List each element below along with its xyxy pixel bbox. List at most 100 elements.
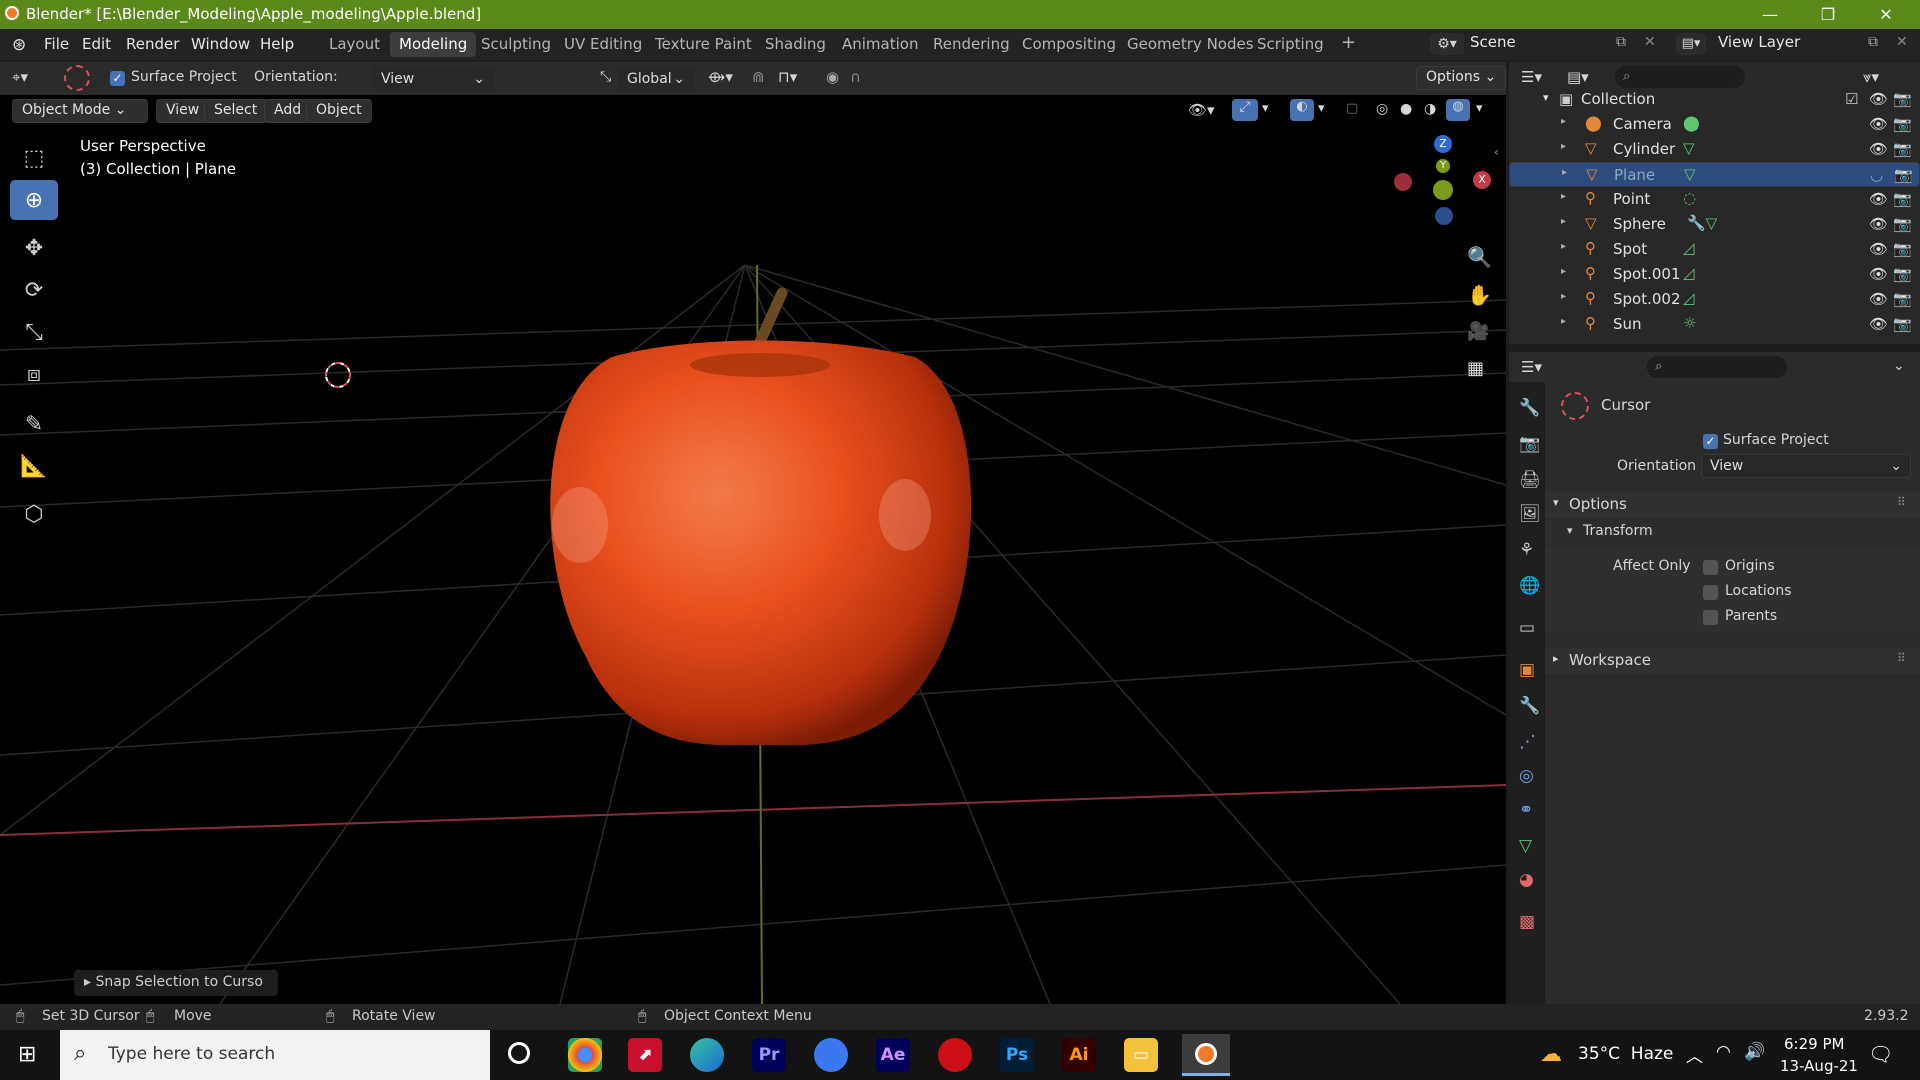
expand-arrow-icon[interactable]: ▸ bbox=[1561, 316, 1566, 327]
wireframe-shading-icon[interactable]: ◎ bbox=[1376, 101, 1388, 117]
transform-orientation-dropdown[interactable]: Global ⌄ bbox=[618, 67, 694, 91]
origins-checkbox[interactable] bbox=[1703, 558, 1718, 576]
constraints-tab-icon[interactable]: ⚭ bbox=[1519, 800, 1533, 820]
texture-tab-icon[interactable]: ▩ bbox=[1519, 912, 1535, 932]
view-layer-tab-icon[interactable]: 🖼 bbox=[1519, 504, 1541, 524]
editor-type-icon[interactable]: ⌖▾ bbox=[12, 68, 28, 86]
outliner-row-spot-002[interactable]: ▸ ⚲ Spot.002 ◿ 👁 📷 bbox=[1509, 287, 1920, 312]
solid-shading-icon[interactable]: ● bbox=[1400, 101, 1412, 117]
render-camera-icon[interactable]: 📷 bbox=[1893, 115, 1912, 133]
light-spot-icon[interactable]: ◿ bbox=[1683, 239, 1695, 257]
tab-rendering[interactable]: Rendering bbox=[924, 32, 1019, 57]
maximize-button[interactable]: ❐ bbox=[1800, 0, 1856, 29]
pivot-point-icon[interactable]: ⟴▾ bbox=[708, 68, 733, 86]
add-workspace-button[interactable]: + bbox=[1332, 32, 1365, 57]
xray-icon[interactable]: ▢ bbox=[1346, 101, 1358, 116]
expand-arrow-icon[interactable]: ▸ bbox=[1561, 191, 1566, 202]
snap-magnet-icon[interactable]: ⋒ bbox=[752, 68, 765, 86]
clock-date[interactable]: 13-Aug-21 bbox=[1780, 1057, 1858, 1075]
rotate-tool-icon[interactable]: ⟳ bbox=[10, 270, 58, 310]
proportional-editing-icon[interactable]: ◉ bbox=[826, 68, 839, 86]
annotate-tool-icon[interactable]: ✎ bbox=[10, 404, 58, 444]
menu-edit[interactable]: Edit bbox=[82, 35, 111, 53]
expand-arrow-icon[interactable]: ▸ bbox=[1561, 216, 1566, 227]
tab-uv-editing[interactable]: UV Editing bbox=[555, 32, 651, 57]
delete-scene-icon[interactable]: ✕ bbox=[1644, 34, 1656, 50]
parents-checkbox[interactable] bbox=[1703, 608, 1718, 626]
light-point-icon[interactable]: ◌ bbox=[1683, 189, 1696, 207]
select-box-tool-icon[interactable]: ⬚ bbox=[10, 138, 58, 178]
menu-object[interactable]: Object bbox=[306, 99, 372, 123]
tab-layout[interactable]: Layout bbox=[320, 32, 389, 57]
material-shading-icon[interactable]: ◑ bbox=[1424, 101, 1436, 117]
windows-start-icon[interactable]: ⊞ bbox=[18, 1042, 36, 1067]
scale-tool-icon[interactable]: ⤡ bbox=[10, 312, 58, 352]
expand-arrow-icon[interactable]: ▸ bbox=[1561, 141, 1566, 152]
opera-app-icon[interactable] bbox=[938, 1038, 972, 1072]
tab-animation[interactable]: Animation bbox=[833, 32, 927, 57]
photo-app-icon[interactable]: ⬈ bbox=[628, 1038, 662, 1072]
tab-modeling[interactable]: Modeling bbox=[390, 32, 477, 57]
zoom-icon[interactable]: 🔍 bbox=[1467, 245, 1492, 269]
data-tab-icon[interactable]: ▽ bbox=[1519, 836, 1532, 856]
expand-arrow-icon[interactable]: ▸ bbox=[1561, 241, 1566, 252]
overlays-icon[interactable]: ◐ bbox=[1290, 99, 1314, 121]
expand-arrow-icon[interactable]: ▸ bbox=[1561, 266, 1566, 277]
visibility-eye-icon[interactable]: 👁 bbox=[1869, 315, 1888, 333]
collection-tab-icon[interactable]: ▭ bbox=[1519, 618, 1535, 638]
render-camera-icon[interactable]: 📷 bbox=[1893, 215, 1912, 233]
render-camera-icon[interactable]: 📷 bbox=[1893, 140, 1912, 158]
last-operator-panel[interactable]: ▸ Snap Selection to Curso bbox=[74, 970, 278, 996]
blender-taskbar-icon[interactable] bbox=[1182, 1034, 1230, 1076]
physics-tab-icon[interactable]: ◎ bbox=[1519, 766, 1534, 786]
3d-cursor[interactable] bbox=[325, 362, 351, 388]
orientation-dropdown[interactable]: View ⌄ bbox=[372, 67, 494, 91]
blender-menu-icon[interactable]: ⊛ bbox=[12, 35, 26, 55]
outliner-row-plane[interactable]: ▸ ▽ Plane ▽ ◡ 📷 bbox=[1509, 162, 1920, 187]
visibility-eye-icon[interactable]: 👁 bbox=[1869, 190, 1888, 208]
delete-view-layer-icon[interactable]: ✕ bbox=[1896, 34, 1908, 50]
outliner-editor-type-icon[interactable]: ☰▾ bbox=[1521, 68, 1542, 86]
camera-view-icon[interactable]: 🎥 bbox=[1467, 321, 1489, 342]
new-view-layer-icon[interactable]: ⧉ bbox=[1868, 34, 1878, 50]
surface-project-checkbox[interactable]: ✓ bbox=[110, 69, 125, 87]
tray-chevron-icon[interactable]: ︿ bbox=[1686, 1042, 1703, 1067]
outliner-row-camera[interactable]: ▸ ⬤ Camera ⬤ 👁 📷 bbox=[1509, 112, 1920, 137]
premiere-app-icon[interactable]: Pr bbox=[752, 1038, 786, 1072]
photoshop-app-icon[interactable]: Ps bbox=[1000, 1038, 1034, 1072]
scene-tab-icon[interactable]: ⚘ bbox=[1519, 540, 1534, 560]
outliner-row-cylinder[interactable]: ▸ ▽ Cylinder ▽ 👁 📷 bbox=[1509, 137, 1920, 162]
light-sun-icon[interactable]: ☼ bbox=[1683, 314, 1696, 332]
prop-orientation-dropdown[interactable]: View ⌄ bbox=[1701, 454, 1911, 478]
outliner-collection-row[interactable]: ▾ ▣ Collection ☑ 👁 📷 bbox=[1509, 87, 1920, 112]
modifier-mesh-icon[interactable]: 🔧▽ bbox=[1687, 214, 1717, 232]
volume-icon[interactable]: 🔊 bbox=[1744, 1042, 1765, 1062]
locations-checkbox[interactable] bbox=[1703, 583, 1718, 601]
move-tool-icon[interactable]: ✥ bbox=[10, 228, 58, 268]
view-layer-browse-icon[interactable]: ▤▾ bbox=[1676, 33, 1706, 55]
light-spot-icon[interactable]: ◿ bbox=[1683, 264, 1695, 282]
drag-handle-icon[interactable]: ⠿ bbox=[1897, 495, 1906, 509]
expand-arrow-icon[interactable]: ▸ bbox=[1561, 291, 1566, 302]
illustrator-app-icon[interactable]: Ai bbox=[1062, 1038, 1096, 1072]
render-camera-icon[interactable]: 📷 bbox=[1893, 190, 1912, 208]
apple-object[interactable] bbox=[550, 287, 972, 746]
3d-viewport[interactable]: Object Mode ⌄ View Select Add Object 👁▾ … bbox=[0, 95, 1506, 1004]
chrome-app-icon[interactable] bbox=[568, 1038, 602, 1072]
gizmo-x-neg-axis[interactable] bbox=[1394, 173, 1412, 191]
gizmo-y-neg-axis[interactable] bbox=[1433, 180, 1453, 200]
collection-exclude-checkbox[interactable]: ☑ bbox=[1845, 90, 1858, 108]
file-explorer-app-icon[interactable]: ▭ bbox=[1124, 1038, 1158, 1072]
clock-time[interactable]: 6:29 PM bbox=[1784, 1035, 1844, 1053]
measure-tool-icon[interactable]: 📐 bbox=[10, 446, 58, 486]
mesh-data-icon[interactable]: ▽ bbox=[1684, 165, 1696, 183]
transform-panel-header[interactable]: ▾ Transform bbox=[1545, 520, 1920, 546]
object-tab-icon[interactable]: ▣ bbox=[1519, 660, 1535, 680]
visibility-eye-icon[interactable]: ◡ bbox=[1870, 166, 1883, 184]
gizmo-z-axis[interactable]: Z bbox=[1434, 135, 1452, 153]
light-spot-icon[interactable]: ◿ bbox=[1683, 289, 1695, 307]
collection-visibility-icon[interactable]: 👁 bbox=[1869, 90, 1888, 108]
world-tab-icon[interactable]: 🌐 bbox=[1519, 576, 1540, 596]
collection-render-icon[interactable]: 📷 bbox=[1893, 90, 1912, 108]
notifications-icon[interactable]: 🗨 bbox=[1868, 1042, 1893, 1066]
